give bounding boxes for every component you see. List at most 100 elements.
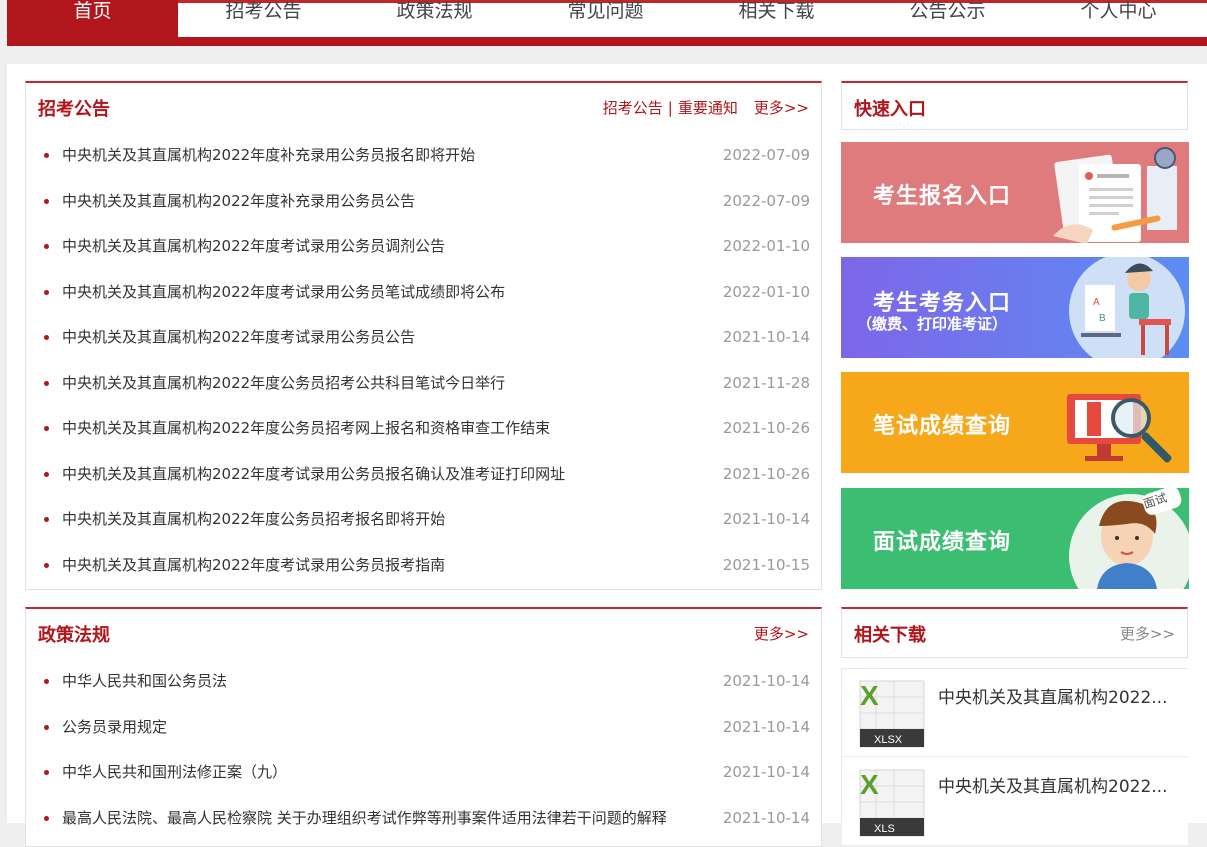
link-separator: | (667, 99, 673, 117)
link-important-notices[interactable]: 重要通知 (678, 99, 738, 117)
download-item-name: 中央机关及其直属机构2022... (938, 688, 1168, 708)
bullet-dot-icon (44, 770, 49, 775)
bullet-dot-icon (44, 244, 49, 249)
download-item[interactable]: X XLS 中央机关及其直属机构2022... (842, 758, 1188, 846)
bullet-dot-icon (44, 426, 49, 431)
list-item-date: 2021-10-14 (722, 763, 810, 781)
quick-entry-panel: 快速入口 (841, 81, 1188, 130)
panel-title: 招考公告 (38, 99, 110, 120)
list-item-date: 2022-07-09 (722, 146, 810, 164)
list-item-title[interactable]: 中央机关及其直属机构2022年度公务员招考公共科目笔试今日举行 (62, 361, 505, 407)
list-item-date: 2021-11-28 (722, 373, 810, 392)
list-item[interactable]: 最高人民法院、最高人民检察院 关于办理组织考试作弊等刑事案件适用法律若干问题的解… (26, 796, 821, 842)
bullet-dot-icon (44, 679, 49, 684)
panel-title: 相关下载 (854, 625, 926, 646)
list-item[interactable]: 中央机关及其直属机构2022年度考试录用公务员报考指南 2021-10-15 (26, 543, 821, 589)
list-item-title[interactable]: 公务员录用规定 (62, 705, 167, 751)
nav-downloads[interactable]: 相关下载 (691, 0, 862, 37)
more-link[interactable]: 更多>> (754, 625, 809, 643)
quick-card-exam-affairs[interactable]: A B 考生考务入口 （缴费、打印准考证） (841, 257, 1189, 358)
list-item-title[interactable]: 中央机关及其直属机构2022年度考试录用公务员调剂公告 (62, 224, 445, 270)
list-item-title[interactable]: 中央机关及其直属机构2022年度补充录用公务员公告 (62, 179, 415, 225)
more-link[interactable]: 更多>> (754, 99, 809, 117)
list-item-date: 2022-01-10 (722, 237, 810, 255)
panel-header-links: 更多>> (1104, 623, 1175, 644)
quick-card-interview-scores[interactable]: 面试成绩查询 面试 (841, 488, 1189, 589)
quick-card-label: 笔试成绩查询 (873, 414, 1012, 439)
list-item[interactable]: 中央机关及其直属机构2022年度补充录用公务员报名即将开始 2022-07-09 (26, 133, 821, 179)
list-item-title[interactable]: 中央机关及其直属机构2022年度考试录用公务员报名确认及准考证打印网址 (62, 452, 565, 498)
list-item[interactable]: 中央机关及其直属机构2022年度考试录用公务员调剂公告 2022-01-10 (26, 224, 821, 270)
panel-header-links: 招考公告 | 重要通知 更多>> (603, 97, 809, 118)
announcement-list: 中央机关及其直属机构2022年度补充录用公务员报名即将开始 2022-07-09 中… (26, 133, 821, 588)
nav-user-center[interactable]: 个人中心 (1033, 0, 1204, 37)
bullet-dot-icon (44, 335, 49, 340)
main-nav: 首页 招考公告 政策法规 常见问题 相关下载 公告公示 个人中心 (7, 0, 1204, 37)
quick-card-sublabel: （缴费、打印准考证） (857, 315, 1008, 333)
announcements-panel: 招考公告 招考公告 | 重要通知 更多>> 中央机关及其直属机构2022年度补充录用公… (25, 81, 822, 590)
link-announcements[interactable]: 招考公告 (603, 99, 663, 117)
file-type-label: XLS (874, 823, 895, 835)
list-item[interactable]: 中央机关及其直属机构2022年度考试录用公务员笔试成绩即将公布 2022-01-1… (26, 270, 821, 316)
bullet-dot-icon (44, 198, 49, 204)
panel-title: 快速入口 (854, 99, 926, 120)
list-item-date: 2022-07-09 (722, 191, 810, 210)
panel-title: 政策法规 (38, 625, 110, 646)
nav-faq[interactable]: 常见问题 (520, 0, 691, 37)
list-item-date: 2021-10-15 (722, 555, 810, 574)
nav-policies[interactable]: 政策法规 (349, 0, 520, 37)
file-type-label: XLSX (874, 734, 903, 746)
nav-announcements[interactable]: 招考公告 (178, 0, 349, 37)
list-item[interactable]: 中央机关及其直属机构2022年度公务员招考网上报名和资格审查工作结束 2021-1… (26, 406, 821, 452)
downloads-panel: 相关下载 更多>> (841, 607, 1188, 658)
bullet-dot-icon (44, 815, 49, 821)
list-item[interactable]: 中央机关及其直属机构2022年度补充录用公务员公告 2022-07-09 (26, 179, 821, 225)
panel-header: 招考公告 招考公告 | 重要通知 更多>> (26, 83, 821, 129)
bullet-dot-icon (44, 471, 49, 477)
bullet-dot-icon (44, 562, 49, 568)
list-item-title[interactable]: 中华人民共和国公务员法 (62, 659, 227, 705)
list-item-title[interactable]: 中华人民共和国刑法修正案（九） (62, 750, 287, 796)
nav-home[interactable]: 首页 (7, 0, 178, 37)
list-item-title[interactable]: 中央机关及其直属机构2022年度公务员招考报名即将开始 (62, 497, 445, 543)
list-item[interactable]: 中央机关及其直属机构2022年度公务员招考报名即将开始 2021-10-14 (26, 497, 821, 543)
list-item-date: 2021-10-14 (722, 328, 810, 346)
list-item-title[interactable]: 中央机关及其直属机构2022年度考试录用公务员笔试成绩即将公布 (62, 270, 505, 316)
list-item[interactable]: 公务员录用规定 2021-10-14 (26, 705, 821, 751)
panel-header-links: 更多>> (738, 623, 809, 644)
top-nav-bar: 首页 招考公告 政策法规 常见问题 相关下载 公告公示 个人中心 (7, 0, 1207, 46)
list-item[interactable]: 中央机关及其直属机构2022年度考试录用公务员报名确认及准考证打印网址 2021-… (26, 452, 821, 498)
list-item[interactable]: 中华人民共和国刑法修正案（九） 2021-10-14 (26, 750, 821, 796)
list-item-date: 2021-10-14 (722, 672, 810, 690)
xlsx-file-icon: X XLSX (859, 680, 925, 748)
list-item[interactable]: 中华人民共和国公务员法 2021-10-14 (26, 659, 821, 705)
list-item-title[interactable]: 最高人民法院、最高人民检察院 关于办理组织考试作弊等刑事案件适用法律若干问题的解… (62, 796, 667, 842)
more-link[interactable]: 更多>> (1120, 625, 1175, 643)
list-item[interactable]: 中央机关及其直属机构2022年度考试录用公务员公告 2021-10-14 (26, 315, 821, 361)
list-item-title[interactable]: 中央机关及其直属机构2022年度考试录用公务员报考指南 (62, 543, 445, 589)
quick-card-registration[interactable]: 考生报名入口 (841, 142, 1189, 243)
list-item-date: 2022-01-10 (722, 282, 810, 301)
list-item-date: 2021-10-14 (722, 808, 810, 827)
nav-notices[interactable]: 公告公示 (862, 0, 1033, 37)
svg-text:X: X (860, 769, 879, 800)
download-item[interactable]: X XLSX 中央机关及其直属机构2022... (842, 669, 1188, 757)
bullet-dot-icon (44, 517, 49, 522)
panel-header: 政策法规 更多>> (26, 609, 821, 655)
list-item-title[interactable]: 中央机关及其直属机构2022年度补充录用公务员报名即将开始 (62, 133, 475, 179)
list-item-date: 2021-10-14 (722, 717, 810, 736)
bullet-dot-icon (44, 153, 49, 158)
quick-card-label: 面试成绩查询 (873, 530, 1012, 555)
list-item-title[interactable]: 中央机关及其直属机构2022年度考试录用公务员公告 (62, 315, 415, 361)
bullet-dot-icon (44, 724, 49, 730)
xlsx-file-icon: X XLS (859, 769, 925, 837)
download-item-name: 中央机关及其直属机构2022... (938, 777, 1168, 797)
policy-list: 中华人民共和国公务员法 2021-10-14 公务员录用规定 2021-10-14 中华… (26, 659, 821, 841)
svg-text:A: A (1093, 297, 1100, 308)
list-item-date: 2021-10-26 (722, 464, 810, 483)
list-item[interactable]: 中央机关及其直属机构2022年度公务员招考公共科目笔试今日举行 2021-11-2… (26, 361, 821, 407)
bullet-dot-icon (44, 289, 49, 295)
list-item-title[interactable]: 中央机关及其直属机构2022年度公务员招考网上报名和资格审查工作结束 (62, 406, 550, 452)
quick-card-label: 考生报名入口 (873, 184, 1012, 209)
quick-card-written-scores[interactable]: 笔试成绩查询 (841, 372, 1189, 473)
